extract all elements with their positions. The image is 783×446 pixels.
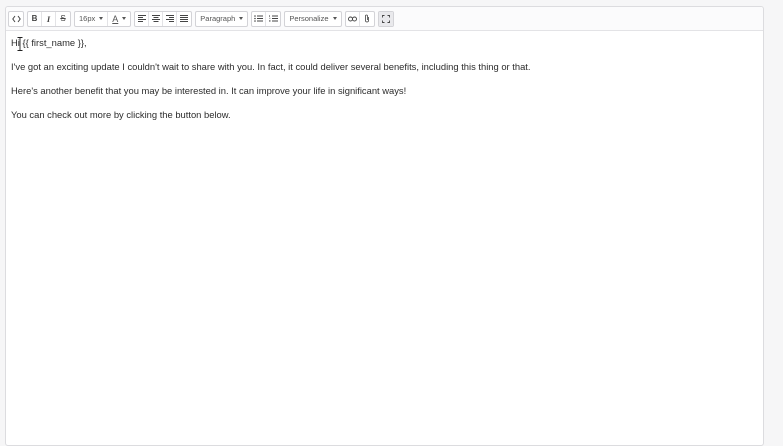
chevron-down-icon <box>99 17 104 20</box>
bullet-list-icon <box>254 15 264 22</box>
chevron-down-icon <box>332 17 337 20</box>
body-paragraph-2: Here's another benefit that you may be i… <box>11 85 407 96</box>
paperclip-icon <box>364 14 369 23</box>
strikethrough-button[interactable]: S <box>56 12 70 26</box>
italic-button[interactable]: I <box>42 11 56 26</box>
chevron-down-icon <box>122 17 127 20</box>
align-center-icon <box>151 15 160 22</box>
font-size-select[interactable]: 16px <box>75 11 109 26</box>
format-group: B I S <box>27 10 71 27</box>
align-left-icon <box>137 15 146 22</box>
align-right-button[interactable] <box>163 11 178 26</box>
insert-link-button[interactable] <box>346 11 360 26</box>
align-center-button[interactable] <box>149 11 164 26</box>
block-format-value: Paragraph <box>200 14 236 23</box>
rich-text-editor: B I S 16px A Paragraph Personalize Hi {{… <box>5 6 764 446</box>
personalize-label: Personalize <box>289 14 329 23</box>
align-group <box>134 10 193 27</box>
editor-toolbar: B I S 16px A Paragraph Personalize <box>6 7 763 31</box>
attach-button[interactable] <box>360 12 374 26</box>
fullscreen-button[interactable] <box>378 11 393 26</box>
body-paragraph-1: I've got an exciting update I couldn't w… <box>11 61 531 72</box>
chevron-down-icon <box>239 17 244 20</box>
personalize-select[interactable]: Personalize <box>285 12 340 26</box>
numbered-list-icon <box>268 15 278 22</box>
align-right-icon <box>165 15 174 22</box>
align-left-button[interactable] <box>135 11 150 26</box>
link-icon <box>347 16 357 21</box>
block-format-select[interactable]: Paragraph <box>196 12 247 26</box>
list-group <box>251 10 282 27</box>
body-paragraph-3: You can check out more by clicking the b… <box>11 109 231 120</box>
text-cursor-icon <box>17 37 23 51</box>
bold-button[interactable]: B <box>28 11 42 26</box>
align-justify-icon <box>180 15 189 22</box>
fullscreen-group <box>377 10 394 27</box>
text-color-icon: A <box>112 13 119 24</box>
block-format-group: Paragraph <box>195 10 249 27</box>
fullscreen-icon <box>381 14 390 23</box>
greeting-line: Hi {{ first_name }}, <box>11 37 87 48</box>
text-color-select[interactable]: A <box>108 12 130 26</box>
editor-content[interactable]: Hi {{ first_name }}, I've got an excitin… <box>6 31 763 127</box>
personalize-group: Personalize <box>284 10 342 27</box>
code-icon <box>11 15 21 22</box>
font-size-value: 16px <box>79 14 96 23</box>
numbered-list-button[interactable] <box>266 12 280 26</box>
insert-group <box>344 10 375 27</box>
align-justify-button[interactable] <box>177 12 191 26</box>
bullet-list-button[interactable] <box>252 11 267 26</box>
source-group <box>8 10 24 27</box>
source-code-button[interactable] <box>9 12 23 26</box>
font-group: 16px A <box>74 10 132 27</box>
